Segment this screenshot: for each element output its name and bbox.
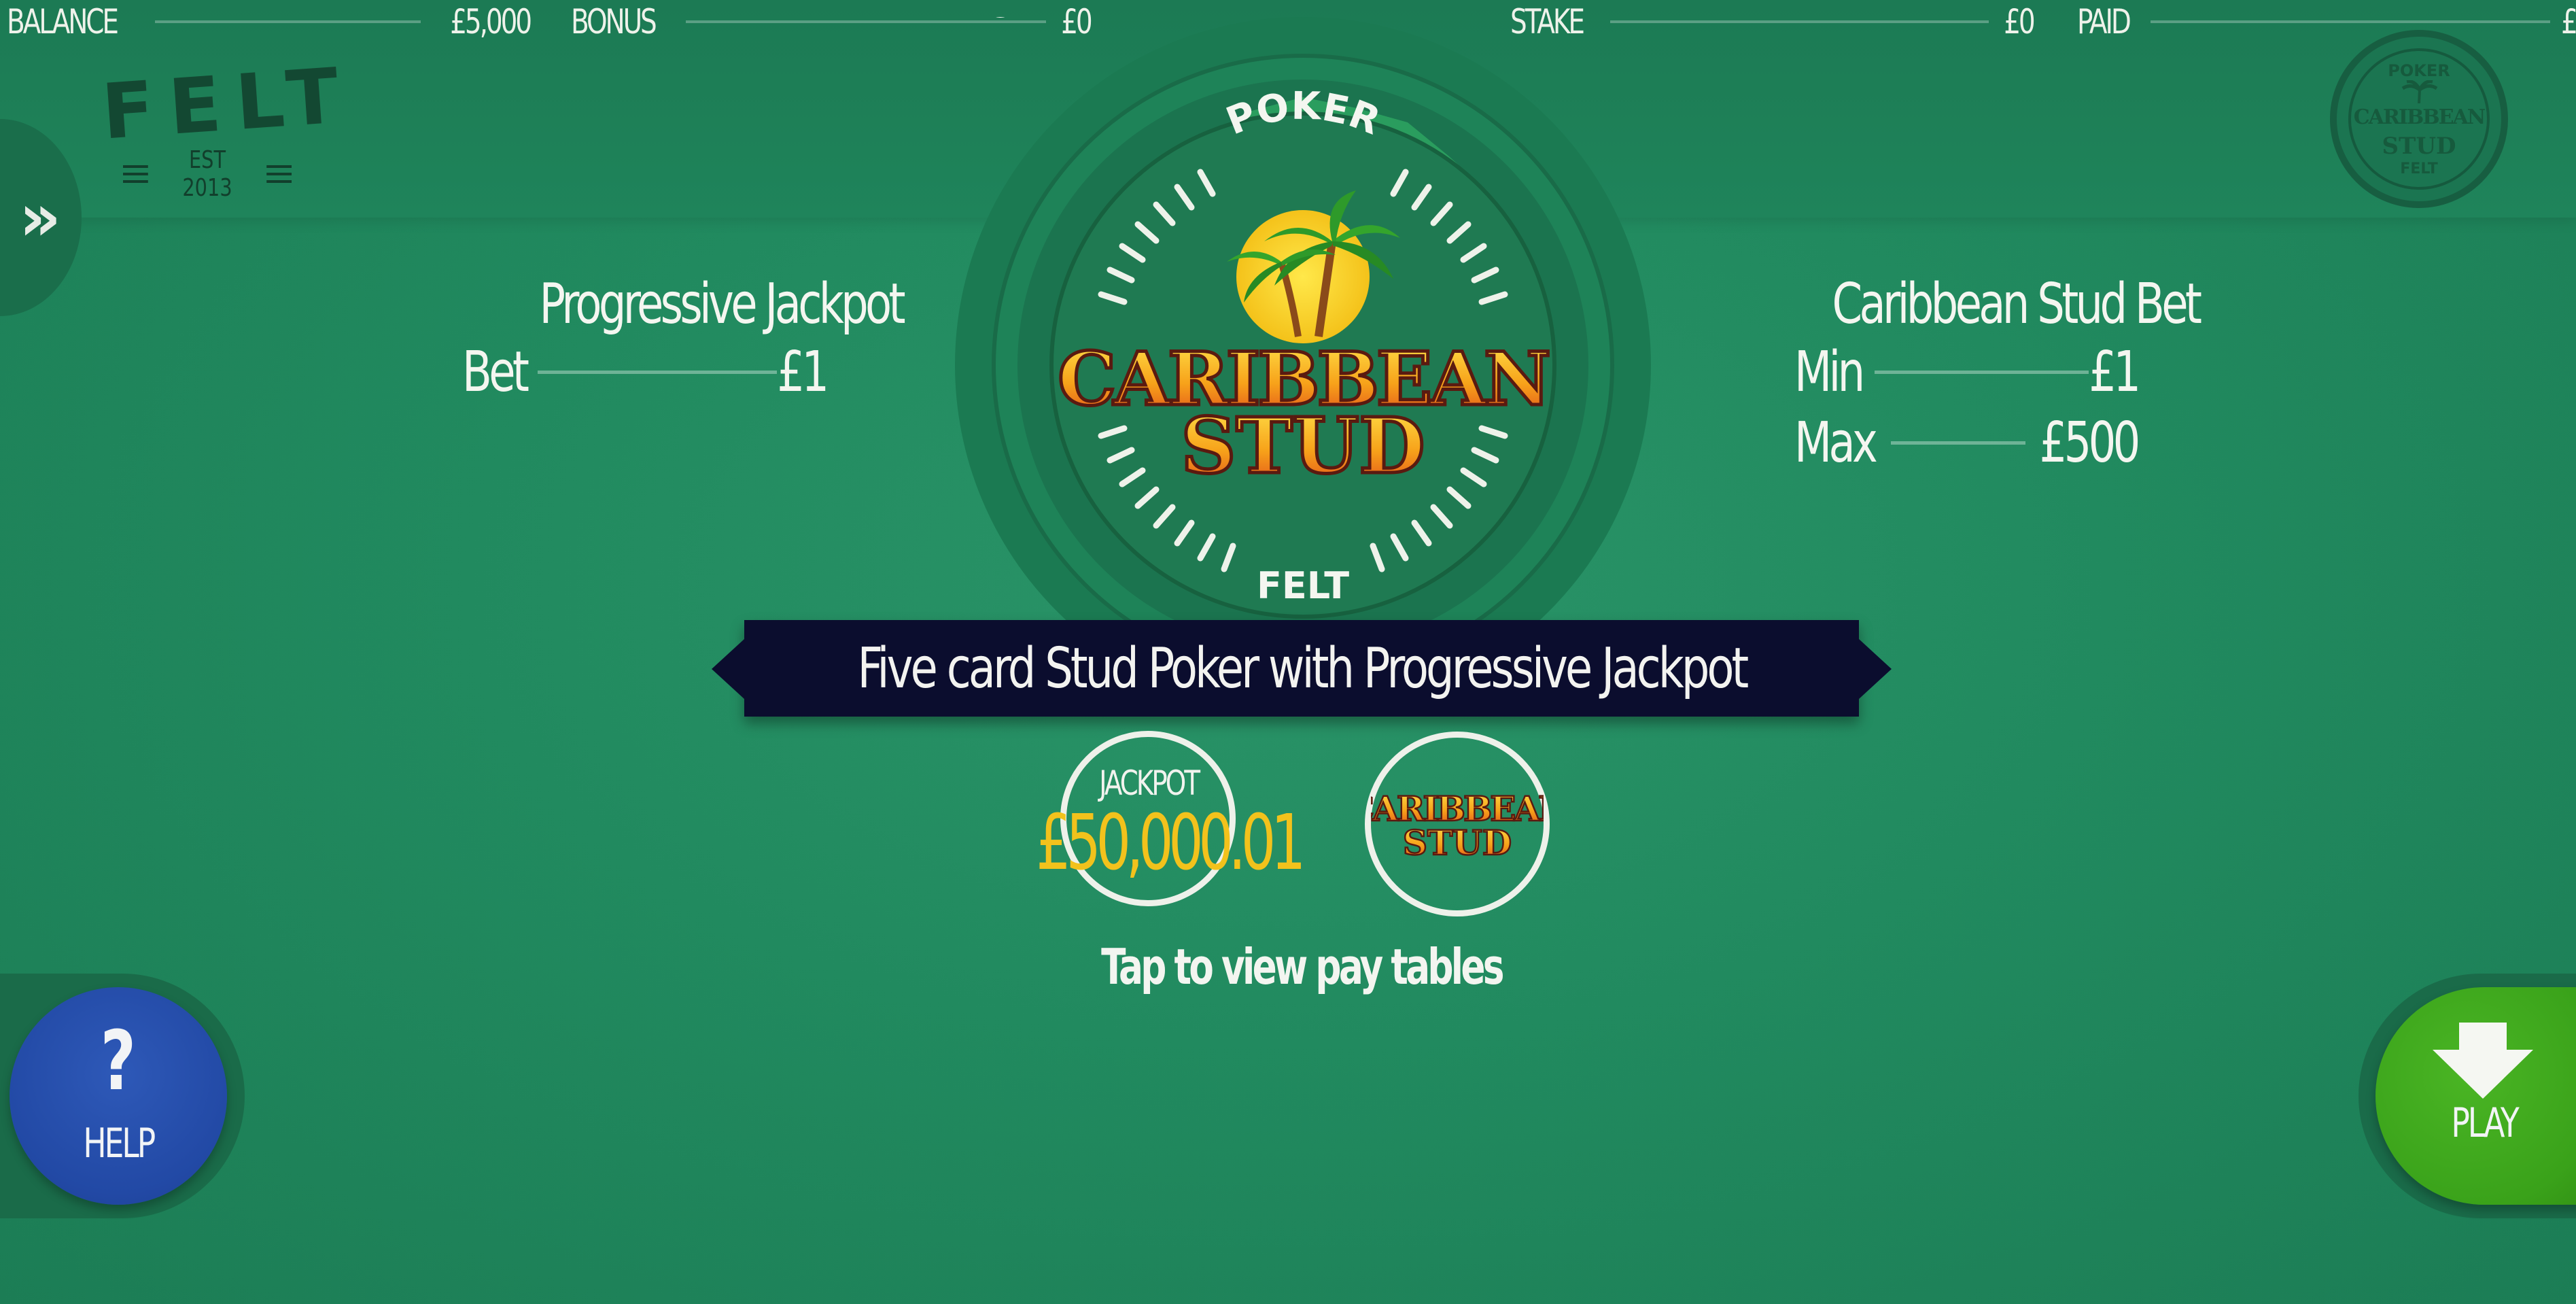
progressive-bet-value: £1 (776, 339, 829, 405)
caribbean-stud-small-logo: CARIBBEAN STUD (1346, 788, 1571, 864)
max-bet-row: Max £500 (1794, 407, 2141, 478)
down-arrow-icon (2459, 1023, 2507, 1050)
logo-bars-right (266, 165, 292, 183)
paid-leader-line (2151, 20, 2551, 23)
question-mark-icon: ? (100, 1014, 137, 1109)
balance-stat: BALANCE £5,000 (7, 0, 532, 44)
progressive-jackpot-info: Progressive Jackpot Bet £1 (462, 272, 906, 407)
jackpot-label: JACKPOT (1099, 763, 1200, 803)
felt-logo-word: FELT (99, 51, 357, 157)
balance-value: £5,000 (450, 2, 532, 41)
logo-bars-left (123, 165, 148, 183)
caribbean-stud-bet-info: Caribbean Stud Bet Min £1 Max £500 (1794, 272, 2202, 478)
min-bet-value: £1 (2088, 339, 2141, 405)
bonus-label: BONUS (571, 2, 657, 41)
progressive-bet-label: Bet (462, 339, 529, 405)
help-button-label: HELP (83, 1120, 156, 1167)
emblem-top-text: POKER (955, 17, 1115, 27)
paid-value: £ (2561, 2, 2576, 41)
progressive-bet-row: Bet £1 (462, 337, 829, 407)
stake-value: £0 (2004, 2, 2036, 41)
balance-leader-line (154, 20, 421, 23)
max-bet-leader-line (1890, 441, 2026, 445)
pay-table-logo-button[interactable]: CARIBBEAN STUD (1346, 732, 1571, 916)
paid-stat: PAID £ (2077, 0, 2576, 44)
emblem-bottom-text: FELT (1257, 564, 1349, 607)
caribbean-stud-bet-heading: Caribbean Stud Bet (1832, 272, 2202, 337)
progressive-bet-leader-line (537, 370, 777, 374)
max-bet-value: £500 (2039, 410, 2141, 475)
down-arrow-icon-head (2433, 1050, 2533, 1099)
jackpot-display[interactable]: JACKPOT £50,000.01 (1036, 731, 1306, 908)
max-bet-label: Max (1794, 410, 1878, 475)
min-bet-row: Min £1 (1794, 337, 2141, 407)
emblem-title-line2: STUD (1181, 402, 1425, 491)
caribbean-stud-badge: POKER CARIBBEAN STUD FELT (2330, 30, 2508, 208)
balance-label: BALANCE (7, 2, 119, 41)
badge-line2: STUD (2382, 132, 2456, 160)
jackpot-amount: £50,000.01 (1036, 799, 1306, 887)
ribbon-text: Five card Stud Poker with Progressive Ja… (857, 636, 1749, 701)
small-logo-line2: STUD (1403, 823, 1512, 863)
stake-leader-line (1609, 20, 1989, 23)
felt-logo: FELT EST 2013 (99, 51, 356, 202)
min-bet-label: Min (1794, 339, 1865, 405)
paid-label: PAID (2077, 2, 2131, 41)
badge-line1: CARIBBEAN (2353, 105, 2486, 129)
double-chevron-right-icon: » (18, 179, 61, 256)
badge-top-text: POKER (2388, 61, 2450, 80)
badge-bottom-text: FELT (2400, 160, 2438, 177)
help-button[interactable]: ? HELP (10, 987, 227, 1205)
caribbean-stud-emblem: POKER POKER CARIBBEAN STUD FELT (955, 17, 1651, 713)
progressive-jackpot-heading: Progressive Jackpot (539, 272, 905, 337)
play-button-label: PLAY (2451, 1099, 2519, 1147)
palm-tree-icon (2401, 80, 2438, 103)
game-description-ribbon: Five card Stud Poker with Progressive Ja… (712, 620, 1892, 717)
logo-est: EST 2013 (182, 146, 232, 202)
pay-tables-link[interactable]: Tap to view pay tables (1093, 938, 1510, 995)
min-bet-leader-line (1874, 370, 2089, 374)
